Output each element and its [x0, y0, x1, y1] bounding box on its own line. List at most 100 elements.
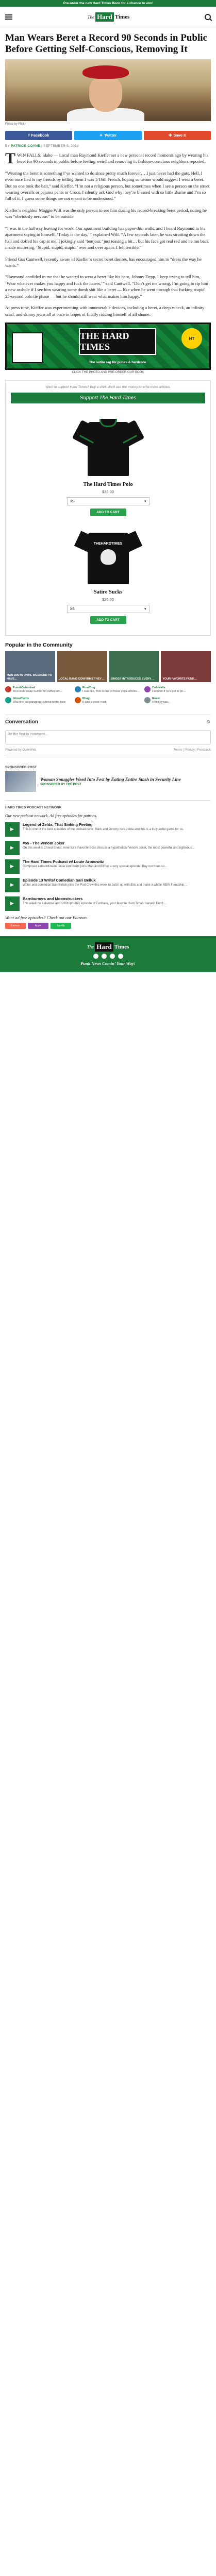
- banner-logo: THE HARD TIMES: [79, 328, 156, 355]
- byline-sep: |: [41, 144, 43, 148]
- podcast-episode[interactable]: #55 - The Venom JokerOn this week’s Crow…: [5, 840, 211, 855]
- facebook-icon: f: [28, 133, 30, 138]
- episode-title[interactable]: Episode 13 Write/ Comedian Sari Belluk: [23, 878, 187, 883]
- add-to-cart-button[interactable]: ADD TO CART: [90, 616, 126, 624]
- avatar: [144, 686, 151, 693]
- powered-by[interactable]: Powered by OpenWeb: [5, 749, 36, 752]
- play-icon[interactable]: [5, 859, 20, 874]
- chevron-down-icon: ▾: [144, 607, 146, 612]
- twitter-share-button[interactable]: ✦ Twitter: [74, 130, 142, 140]
- podcast-episode[interactable]: Barnburners and MoonstruckersThis week o…: [5, 896, 211, 911]
- size-select[interactable]: XS ▾: [67, 497, 149, 506]
- author-link[interactable]: Patrick Coyne: [11, 144, 40, 148]
- topbar-text[interactable]: Pre-order the new Hard Times Book for a …: [63, 2, 153, 5]
- comment-preview[interactable]: Pbug It was a good read: [75, 697, 141, 704]
- facebook-share-button[interactable]: f Facebook: [5, 130, 73, 140]
- comment-preview[interactable]: RoadDog I was like, This is one of those …: [75, 686, 141, 693]
- popular-card[interactable]: LOCAL BAND CONFIRMS THEY…: [57, 651, 107, 683]
- comment-input[interactable]: Be the first to comment…: [5, 730, 211, 744]
- save-share-label: Save It: [173, 133, 186, 138]
- menu-icon[interactable]: [5, 14, 12, 20]
- promo-topbar[interactable]: Pre-order the new Hard Times Book for a …: [0, 0, 216, 7]
- episode-title[interactable]: #55 - The Venom Joker: [23, 841, 195, 845]
- episode-desc: Composer extraordinaire Louie Aronowitz …: [23, 865, 168, 868]
- banner-caption: The satire rag for punks & hardcore: [89, 361, 146, 365]
- support-intro: Want to support Hard Times? Buy a shirt.…: [45, 385, 171, 389]
- logo-hard: Hard: [95, 12, 114, 22]
- tshirt-image[interactable]: THEHARDTIMES: [74, 524, 142, 586]
- conversation-footer: Powered by OpenWeb Terms | Privacy | Fee…: [5, 749, 211, 757]
- polo-shirt-image[interactable]: [70, 412, 147, 479]
- comment-preview[interactable]: PunahDebunked You could swap Sumter for r…: [5, 686, 72, 693]
- sponsored-row[interactable]: Woman Smuggles Weed Into Fest by Eating …: [5, 771, 211, 792]
- social-links: [93, 953, 123, 959]
- podcast-episode[interactable]: The Hard Times Podcast w/ Louie Aronowit…: [5, 859, 211, 874]
- user-icon[interactable]: ☺: [206, 719, 211, 725]
- instagram-icon[interactable]: [109, 953, 115, 959]
- product-name[interactable]: Satire Sucks: [6, 589, 210, 595]
- article-paragraph: At press time, Kieffer was experimenting…: [5, 305, 205, 317]
- avatar: [144, 697, 151, 703]
- logo-times: Times: [114, 13, 130, 20]
- book-cover-image: [12, 332, 43, 364]
- community-comments: PunahDebunked You could swap Sumter for r…: [0, 682, 216, 708]
- terms-links[interactable]: Terms | Privacy | Feedback: [174, 749, 211, 752]
- play-icon[interactable]: [5, 877, 20, 892]
- footer-tagline: Punk News Comin’ Your Way!: [80, 960, 136, 966]
- skull-graphic: [100, 549, 116, 565]
- spotify-badge[interactable]: Spotify: [51, 922, 71, 929]
- book-promo-banner[interactable]: THE HARD TIMES The satire rag for punks …: [5, 323, 211, 370]
- apple-podcasts-badge[interactable]: Apple: [28, 922, 48, 929]
- footer-logo[interactable]: The Hard Times: [87, 942, 129, 952]
- sponsored-title[interactable]: Woman Smuggles Weed Into Fest by Eating …: [40, 777, 181, 782]
- popular-card[interactable]: SINGER INTRODUCES EVERY…: [109, 651, 159, 683]
- podcast-episode[interactable]: Episode 13 Write/ Comedian Sari BellukWr…: [5, 877, 211, 892]
- size-select[interactable]: XS ▾: [67, 605, 149, 614]
- patreon-cta[interactable]: Want ad free episodes? Check out our Pat…: [5, 915, 211, 920]
- support-shop: Want to support Hard Times? Buy a shirt.…: [5, 380, 211, 636]
- save-share-button[interactable]: ✚ Save It: [143, 130, 211, 140]
- tshirt-print-text: THEHARDTIMES: [93, 542, 123, 546]
- comment-preview[interactable]: Rosie I think it was…: [144, 697, 211, 704]
- episode-title[interactable]: Legend of Zelda: That Sinking Feeling: [23, 822, 184, 827]
- product-name[interactable]: The Hard Times Polo: [6, 482, 210, 487]
- conversation-title: Conversation: [5, 719, 38, 725]
- banner-badge: HT: [181, 328, 202, 349]
- episode-title[interactable]: Barnburners and Moonstruckers: [23, 896, 167, 901]
- save-icon: ✚: [169, 133, 172, 138]
- add-to-cart-button[interactable]: ADD TO CART: [90, 509, 126, 517]
- comment-preview[interactable]: GhostTwins Was fine but paragraph a brick…: [5, 697, 72, 704]
- podcast-label: HARD TIMES PODCAST NETWORK: [5, 805, 62, 809]
- site-logo[interactable]: The Hard Times: [87, 12, 130, 22]
- logo-the: The: [87, 14, 95, 20]
- play-icon[interactable]: [5, 840, 20, 855]
- comment-preview[interactable]: Coldwalls I wonder if he’s got to go…: [144, 686, 211, 693]
- podcast-episode[interactable]: Legend of Zelda: That Sinking FeelingThi…: [5, 822, 211, 837]
- article-body: T WIN FALLS, Idaho — Local man Raymond Ki…: [5, 149, 211, 318]
- patreon-badge[interactable]: Patreon: [5, 922, 26, 929]
- photo-caption: Photo by Flickr: [5, 122, 26, 126]
- hero-beret: [82, 65, 129, 79]
- podcast-network: HARD TIMES PODCAST NETWORK Our new podca…: [5, 800, 211, 929]
- site-footer: The Hard Times Punk News Comin’ Your Way…: [0, 936, 216, 972]
- article-paragraph: T WIN FALLS, Idaho — Local man Raymond Ki…: [5, 149, 209, 167]
- podcast-intro: Our new podcast network. Ad free episode…: [5, 813, 97, 818]
- episode-desc: On this week’s Crowd Shout, America’s Fa…: [23, 846, 195, 850]
- podcast-badges: Patreon Apple Spotify: [5, 922, 211, 929]
- play-icon[interactable]: [5, 822, 20, 837]
- search-icon[interactable]: [205, 13, 211, 20]
- product-price: $35.00: [102, 489, 114, 495]
- sponsored-label: SPONSORED POST: [5, 765, 37, 769]
- popular-card[interactable]: YOUR FAVORITE PUNK…: [161, 651, 211, 683]
- play-icon[interactable]: [5, 896, 20, 911]
- episode-title[interactable]: The Hard Times Podcast w/ Louie Aronowit…: [23, 859, 168, 864]
- sponsored-thumbnail[interactable]: [5, 771, 36, 792]
- promo-note[interactable]: CLICK THE PHOTO AND PRE-ORDER OUR BOOK: [5, 371, 211, 374]
- youtube-icon[interactable]: [118, 953, 123, 959]
- hero-image: [5, 59, 211, 121]
- twitter-icon[interactable]: [101, 953, 107, 959]
- facebook-icon[interactable]: [93, 953, 98, 959]
- size-value: XS: [70, 499, 75, 503]
- popular-card[interactable]: MAN WAITS UNTIL WEEKEND TO HAVE…: [5, 651, 55, 683]
- site-header: The Hard Times: [0, 7, 216, 27]
